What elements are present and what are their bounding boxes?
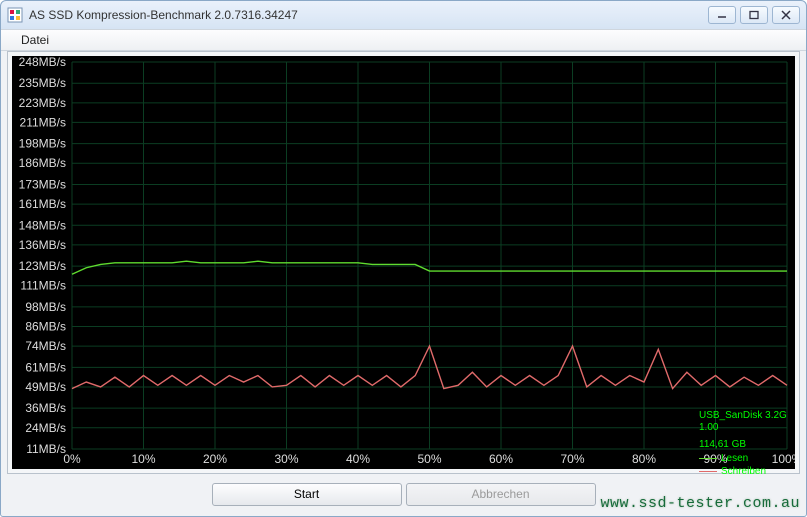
titlebar: AS SSD Kompression-Benchmark 2.0.7316.34…	[1, 1, 806, 29]
svg-text:40%: 40%	[346, 452, 370, 466]
svg-text:36MB/s: 36MB/s	[25, 401, 66, 415]
legend-write-swatch	[699, 471, 717, 472]
svg-text:60%: 60%	[489, 452, 513, 466]
svg-text:20%: 20%	[203, 452, 227, 466]
compression-chart: 11MB/s 24MB/s 36MB/s 49MB/s 61MB/s 74MB/s 86MB…	[12, 56, 795, 469]
svg-text:50%: 50%	[417, 452, 441, 466]
bottom-bar: Start Abbrechen	[1, 480, 806, 508]
svg-text:74MB/s: 74MB/s	[25, 339, 66, 353]
svg-text:223MB/s: 223MB/s	[19, 96, 66, 110]
svg-text:11MB/s: 11MB/s	[26, 442, 66, 456]
app-window: AS SSD Kompression-Benchmark 2.0.7316.34…	[0, 0, 807, 517]
minimize-button[interactable]	[708, 6, 736, 24]
close-button[interactable]	[772, 6, 800, 24]
legend-write-label: Schreiben	[721, 466, 766, 478]
legend-write: Schreiben	[699, 466, 791, 478]
legend-read-swatch	[699, 458, 717, 459]
svg-text:86MB/s: 86MB/s	[25, 320, 66, 334]
maximize-button[interactable]	[740, 6, 768, 24]
abort-button[interactable]: Abbrechen	[406, 483, 596, 506]
legend-capacity: 114,61 GB	[699, 439, 791, 451]
window-title: AS SSD Kompression-Benchmark 2.0.7316.34…	[29, 8, 708, 22]
svg-text:248MB/s: 248MB/s	[19, 56, 66, 69]
svg-text:30%: 30%	[274, 452, 298, 466]
start-button[interactable]: Start	[212, 483, 402, 506]
svg-text:111MB/s: 111MB/s	[20, 279, 66, 293]
svg-text:24MB/s: 24MB/s	[25, 421, 66, 435]
svg-text:211MB/s: 211MB/s	[20, 115, 66, 129]
svg-text:0%: 0%	[63, 452, 81, 466]
svg-text:173MB/s: 173MB/s	[19, 177, 66, 191]
svg-text:123MB/s: 123MB/s	[19, 259, 66, 273]
legend-read: Lesen	[699, 453, 791, 465]
window-controls	[708, 6, 800, 24]
svg-text:161MB/s: 161MB/s	[19, 197, 66, 211]
menu-datei[interactable]: Datei	[13, 31, 57, 49]
menubar: Datei	[1, 29, 806, 51]
svg-text:61MB/s: 61MB/s	[25, 360, 66, 374]
svg-text:186MB/s: 186MB/s	[19, 156, 66, 170]
svg-text:235MB/s: 235MB/s	[19, 76, 66, 90]
svg-text:98MB/s: 98MB/s	[25, 300, 66, 314]
svg-text:136MB/s: 136MB/s	[19, 238, 66, 252]
legend-device: USB_SanDisk 3.2G	[699, 410, 791, 422]
svg-text:148MB/s: 148MB/s	[19, 218, 66, 232]
svg-text:70%: 70%	[560, 452, 584, 466]
svg-text:49MB/s: 49MB/s	[25, 380, 66, 394]
legend-read-label: Lesen	[721, 453, 748, 465]
svg-text:198MB/s: 198MB/s	[19, 137, 66, 151]
app-icon	[7, 7, 23, 23]
legend-firmware: 1.00	[699, 422, 791, 434]
svg-text:10%: 10%	[131, 452, 155, 466]
chart-panel: 11MB/s 24MB/s 36MB/s 49MB/s 61MB/s 74MB/s 86MB…	[7, 51, 800, 474]
chart-legend: USB_SanDisk 3.2G 1.00 114,61 GB Lesen Sc…	[699, 410, 791, 478]
svg-text:80%: 80%	[632, 452, 656, 466]
